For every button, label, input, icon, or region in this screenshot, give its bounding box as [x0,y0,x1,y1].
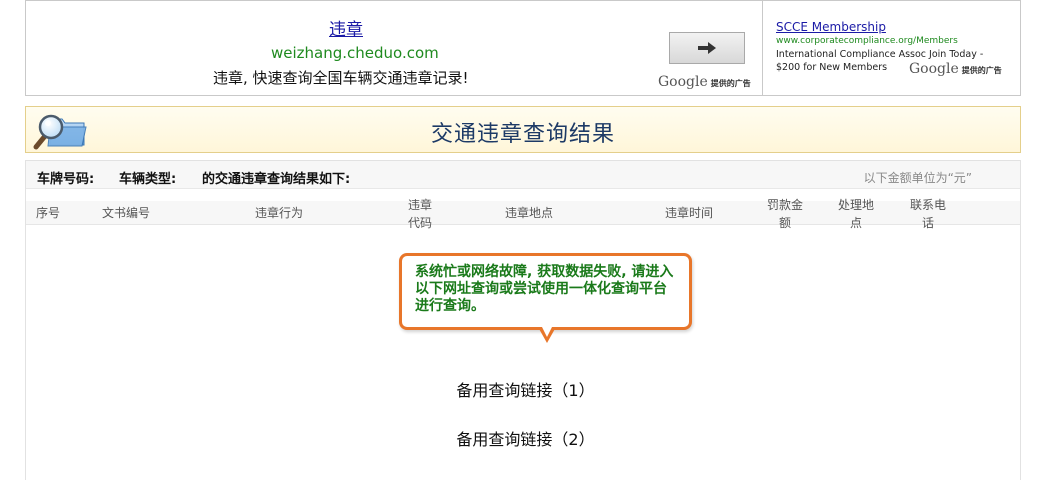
column-header: 联系电话 [909,198,946,230]
result-intro-label: 的交通违章查询结果如下: [202,172,351,187]
ad-arrow-button[interactable] [669,32,745,64]
results-table-header: 序号 文书编号 违章行为 违章代码 违章地点 违章时间 罚款金额 处理地点 联系… [26,198,1020,230]
backup-query-link-2[interactable]: 备用查询链接（2） [0,426,1051,450]
backup-query-link-1[interactable]: 备用查询链接（1） [0,377,1051,401]
column-header: 违章代码 [407,198,432,230]
column-header: 违章时间 [664,206,713,220]
column-header: 处理地点 [837,198,874,230]
ad-left-title-link[interactable]: 违章 [329,15,363,40]
error-message-bubble: 系统忙或网络故障, 获取数据失败, 请进入以下网址查询或尝试使用一体化查询平台进… [399,253,692,330]
page-title: 交通违章查询结果 [430,122,615,147]
google-logo: Google [658,74,708,90]
ad-banner: 违章 weizhang.cheduo.com 违章, 快速查询全国车辆交通违章记… [25,0,1021,96]
column-header: 文书编号 [101,206,150,220]
ad-provided-label: 提供的广告 [961,66,1002,75]
ad-right-url[interactable]: www.corporatecompliance.org/Members [776,36,958,46]
ad-right-title-link[interactable]: SCCE Membership [776,20,886,34]
plate-number-label: 车牌号码: [37,172,95,187]
ad-left-url[interactable]: weizhang.cheduo.com [271,44,439,62]
column-header: 违章行为 [254,206,303,220]
query-info-row: 车牌号码: 车辆类型: 的交通违章查询结果如下: 以下金额单位为“元” [26,161,1020,189]
column-header: 违章地点 [504,206,553,220]
page-title-bar: 交通违章查询结果 [25,106,1021,153]
ad-left: 违章 weizhang.cheduo.com 违章, 快速查询全国车辆交通违章记… [26,1,762,95]
column-header: 罚款金额 [766,198,803,230]
currency-unit-note: 以下金额单位为“元” [863,171,972,185]
ad-left-brand[interactable]: Google 提供的广告 [658,74,751,90]
ad-left-description: 违章, 快速查询全国车辆交通违章记录! [213,69,469,87]
vehicle-type-label: 车辆类型: [119,172,177,187]
ad-right-brand[interactable]: Google 提供的广告 [909,61,1002,77]
ad-right: SCCE Membership www.corporatecompliance.… [763,1,1020,95]
ad-provided-label: 提供的广告 [710,79,751,88]
google-logo: Google [909,61,959,77]
column-header: 序号 [35,206,60,220]
error-message-text: 系统忙或网络故障, 获取数据失败, 请进入以下网址查询或尝试使用一体化查询平台进… [415,264,674,314]
bubble-tail-inner [542,327,552,337]
arrow-right-icon [698,42,716,54]
